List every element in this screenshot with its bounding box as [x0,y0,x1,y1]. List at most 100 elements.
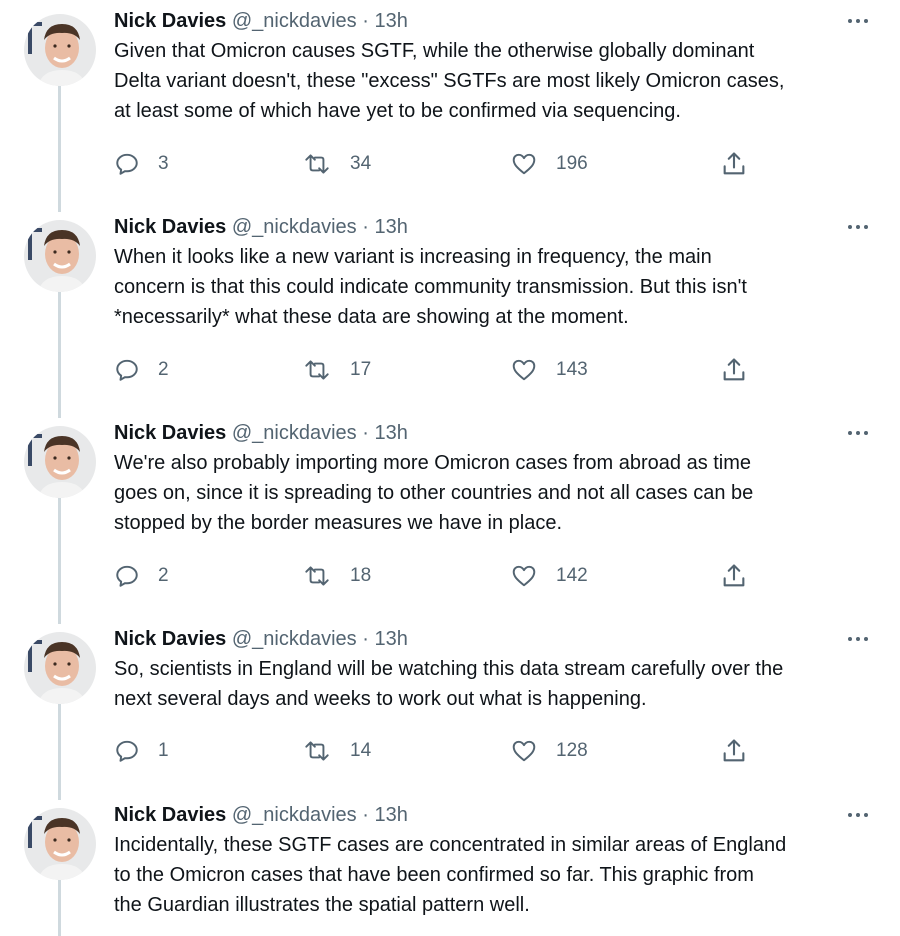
author-avatar[interactable] [24,426,96,498]
tweet-5[interactable]: Nick Davies @_nickdavies · 13h Incidenta… [0,800,900,936]
retweet-count: 17 [350,359,372,380]
reply-icon [114,151,140,177]
tweet-content: Nick Davies @_nickdavies · 13h Given tha… [114,6,874,175]
more-options-button[interactable] [846,220,870,234]
reply-button[interactable]: 1 [114,736,169,766]
tweet-time[interactable]: 13h [374,216,407,238]
reply-count: 3 [158,153,169,174]
tweet-text-line: We're also probably importing more Omicr… [114,452,752,474]
retweet-icon [302,738,332,764]
more-options-button[interactable] [846,14,870,28]
more-icon [846,808,870,822]
author-name[interactable]: Nick Davies [114,422,226,444]
retweet-button[interactable]: 34 [302,149,371,179]
tweet-text-line: Given that Omicron causes SGTF, while th… [114,40,755,62]
tweet-content: Nick Davies @_nickdavies · 13h So, scien… [114,624,874,762]
reply-count: 1 [158,740,169,761]
tweet-text: Given that Omicron causes SGTF, while th… [114,36,874,126]
more-options-button[interactable] [846,808,870,822]
tweet-content: Nick Davies @_nickdavies · 13h Incidenta… [114,800,874,920]
like-button[interactable]: 142 [510,561,588,591]
like-icon [510,563,538,589]
separator-dot: · [362,216,369,238]
more-icon [846,426,870,440]
like-count: 143 [556,359,588,380]
tweet-text-line: Incidentally, these SGTF cases are conce… [114,834,787,856]
author-handle[interactable]: @_nickdavies [232,10,357,32]
retweet-icon [302,357,332,383]
author-name[interactable]: Nick Davies [114,628,226,650]
tweet-header: Nick Davies @_nickdavies · 13h [114,418,874,448]
like-icon [510,357,538,383]
author-handle[interactable]: @_nickdavies [232,216,357,238]
tweet-text-line: When it looks like a new variant is incr… [114,246,712,268]
author-avatar[interactable] [24,632,96,704]
separator-dot: · [362,422,369,444]
tweet-4[interactable]: Nick Davies @_nickdavies · 13h So, scien… [0,624,900,800]
tweet-text: Incidentally, these SGTF cases are conce… [114,830,874,920]
thread-connector [58,704,61,800]
share-icon [720,737,748,765]
like-count: 142 [556,565,588,586]
tweet-actions: 2 18 142 [114,561,874,591]
author-name[interactable]: Nick Davies [114,10,226,32]
reply-button[interactable]: 3 [114,149,169,179]
author-avatar[interactable] [24,808,96,880]
share-icon [720,356,748,384]
tweet-text-line: stopped by the border measures we have i… [114,512,563,534]
reply-button[interactable]: 2 [114,355,169,385]
author-handle[interactable]: @_nickdavies [232,804,357,826]
tweet-text-line: next several days and weeks to work out … [114,688,647,710]
author-avatar[interactable] [24,220,96,292]
author-avatar[interactable] [24,14,96,86]
thread-connector [58,880,61,936]
thread-connector [58,498,61,624]
share-button[interactable] [720,149,748,179]
author-handle[interactable]: @_nickdavies [232,422,357,444]
tweet-1[interactable]: Nick Davies @_nickdavies · 13h Given tha… [0,6,900,212]
share-button[interactable] [720,736,748,766]
tweet-time[interactable]: 13h [374,10,407,32]
retweet-count: 18 [350,565,372,586]
more-icon [846,14,870,28]
reply-button[interactable]: 2 [114,561,169,591]
retweet-button[interactable]: 18 [302,561,371,591]
share-button[interactable] [720,561,748,591]
share-icon [720,150,748,178]
like-button[interactable]: 196 [510,149,588,179]
more-icon [846,220,870,234]
tweet-text-line: to the Omicron cases that have been conf… [114,864,754,886]
more-options-button[interactable] [846,632,870,646]
like-icon [510,151,538,177]
tweet-actions: 2 17 143 [114,355,874,385]
share-icon [720,562,748,590]
thread-connector [58,86,61,212]
like-button[interactable]: 128 [510,736,588,766]
share-button[interactable] [720,355,748,385]
tweet-actions: 1 14 128 [114,736,874,766]
author-name[interactable]: Nick Davies [114,216,226,238]
reply-count: 2 [158,565,169,586]
tweet-text: We're also probably importing more Omicr… [114,448,874,538]
tweet-actions: 3 34 196 [114,149,874,179]
tweet-2[interactable]: Nick Davies @_nickdavies · 13h When it l… [0,212,900,418]
author-handle[interactable]: @_nickdavies [232,628,357,650]
tweet-time[interactable]: 13h [374,804,407,826]
tweet-header: Nick Davies @_nickdavies · 13h [114,800,874,830]
author-name[interactable]: Nick Davies [114,804,226,826]
tweet-3[interactable]: Nick Davies @_nickdavies · 13h We're als… [0,418,900,624]
tweet-text-line: concern is that this could indicate comm… [114,276,747,298]
tweet-time[interactable]: 13h [374,422,407,444]
retweet-button[interactable]: 14 [302,736,371,766]
retweet-icon [302,151,332,177]
separator-dot: · [362,628,369,650]
retweet-button[interactable]: 17 [302,355,371,385]
tweet-text-line: the Guardian illustrates the spatial pat… [114,894,530,916]
tweet-text-line: *necessarily* what these data are showin… [114,306,629,328]
like-count: 196 [556,153,588,174]
tweet-time[interactable]: 13h [374,628,407,650]
like-button[interactable]: 143 [510,355,588,385]
more-options-button[interactable] [846,426,870,440]
tweet-text: When it looks like a new variant is incr… [114,242,874,332]
tweet-text-line: goes on, since it is spreading to other … [114,482,754,504]
